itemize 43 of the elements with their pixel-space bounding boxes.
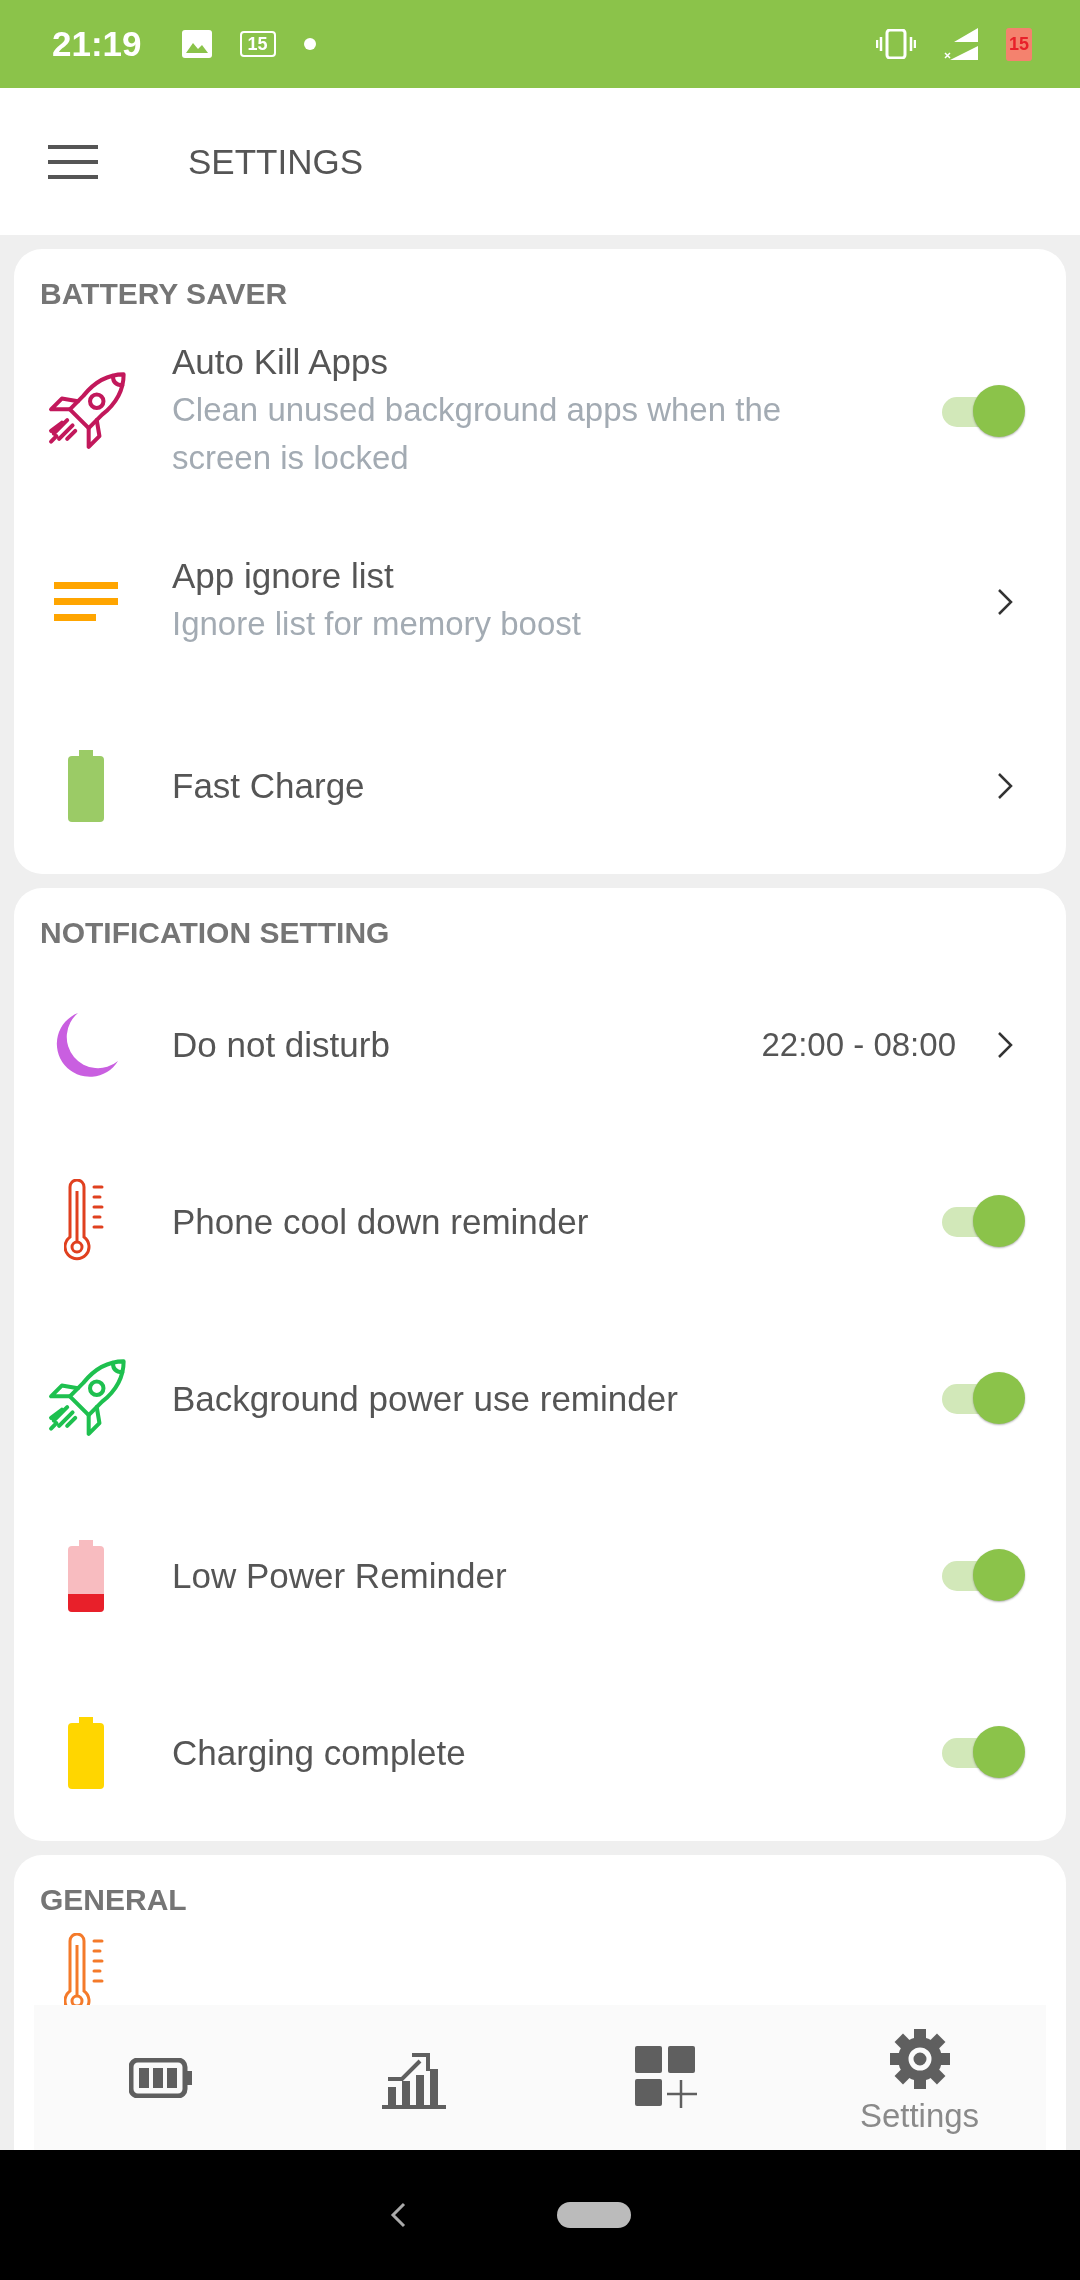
row-title: Low Power Reminder: [172, 1555, 508, 1596]
chevron-icon: [996, 587, 1014, 617]
section-title: BATTERY SAVER: [39, 277, 289, 311]
back-icon[interactable]: [389, 2201, 407, 2229]
chevron-icon: [996, 770, 1014, 801]
settings-row[interactable]: Fast Charge: [14, 697, 1066, 874]
settings-row[interactable]: Auto Kill Apps Clean unused background apps when the screen is locked: [14, 317, 1066, 507]
row-title: Phone cool down reminder: [172, 1201, 590, 1242]
row-title: Charging complete: [172, 1732, 467, 1773]
chevron-icon: [996, 1029, 1014, 1060]
row-title: Fast Charge: [172, 765, 366, 806]
menu-icon[interactable]: [48, 144, 98, 179]
section-title: GENERAL: [39, 1883, 188, 1917]
battery-badge: 15: [239, 31, 276, 57]
row-subtitle: Ignore list for memory boost: [172, 604, 582, 644]
vibrate-icon: [875, 29, 916, 59]
add-apps-icon: [634, 2045, 699, 2110]
battery-icon: [68, 749, 104, 822]
battery-icon: [128, 2057, 193, 2098]
row-title: Auto Kill Apps: [172, 342, 389, 382]
settings-row[interactable]: Charging complete: [14, 1664, 1066, 1841]
dot-icon: [303, 38, 316, 50]
lines-icon: [54, 580, 118, 624]
page-title: SETTINGS: [188, 141, 364, 182]
home-pill[interactable]: [557, 2202, 631, 2228]
row-title: App ignore list: [172, 556, 395, 596]
signal-icon: [943, 28, 978, 60]
settings-row[interactable]: Do not disturb 22:00 - 08:00: [14, 956, 1066, 1133]
battery-icon: [68, 1716, 104, 1789]
row-title: Do not disturb: [172, 1024, 391, 1065]
row-subtitle: Clean unused background apps when the screen is locked: [172, 390, 783, 478]
settings-row[interactable]: Background power use reminder: [14, 1310, 1066, 1487]
status-time: 21:19: [52, 24, 142, 64]
row-title: Background power use reminder: [172, 1378, 679, 1419]
settings-row[interactable]: Phone cool down reminder: [14, 1133, 1066, 1310]
settings-icon: [887, 2026, 952, 2091]
time-range: 22:00 - 08:00: [761, 1025, 956, 1064]
low-battery-badge: 15: [1005, 27, 1032, 61]
battery-icon: [68, 1539, 104, 1612]
image-icon: [181, 30, 212, 58]
settings-row[interactable]: Low Power Reminder: [14, 1487, 1066, 1664]
settings-row[interactable]: App ignore list Ignore list for memory boost: [14, 507, 1066, 697]
section-title: NOTIFICATION SETTING: [39, 916, 391, 950]
